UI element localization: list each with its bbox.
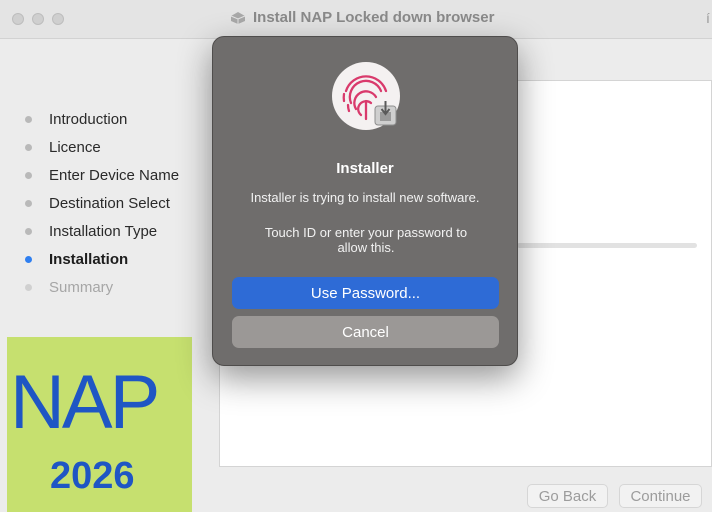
window-title: Install NAP Locked down browser bbox=[253, 9, 495, 26]
step-label: Destination Select bbox=[49, 194, 170, 212]
touch-id-fingerprint-icon bbox=[332, 62, 400, 130]
minimize-window-button[interactable] bbox=[32, 13, 44, 25]
step-dot bbox=[25, 115, 32, 123]
cancel-button[interactable]: Cancel bbox=[232, 316, 499, 348]
step-label: Installation Type bbox=[49, 222, 158, 240]
package-icon bbox=[230, 11, 246, 24]
nap-logo-text: NAP bbox=[10, 360, 160, 445]
nap-logo-year: 2026 bbox=[50, 455, 135, 497]
installation-progress-bar bbox=[517, 243, 697, 248]
dialog-title: Installer bbox=[336, 160, 394, 177]
step-label: Enter Device Name bbox=[49, 166, 180, 184]
step-dot bbox=[25, 171, 32, 179]
dialog-message: Installer is trying to install new softw… bbox=[250, 190, 480, 205]
step-label: Summary bbox=[49, 278, 114, 296]
step-licence: Licence bbox=[25, 133, 179, 161]
dialog-hint: Touch ID or enter your password to allow… bbox=[264, 225, 468, 255]
installer-window: Install NAP Locked down browser í Introd… bbox=[0, 0, 712, 512]
nap-logo: NAP 2026 bbox=[7, 337, 192, 512]
go-back-button[interactable]: Go Back bbox=[527, 484, 608, 508]
step-dot bbox=[25, 227, 32, 235]
step-introduction: Introduction bbox=[25, 105, 179, 133]
installer-steps-list: Introduction Licence Enter Device Name D… bbox=[25, 105, 179, 301]
title-edge-glyph: í bbox=[706, 10, 710, 26]
step-label: Installation bbox=[49, 250, 129, 268]
authentication-dialog: Installer Installer is trying to install… bbox=[212, 36, 518, 366]
close-window-button[interactable] bbox=[12, 13, 24, 25]
step-dot-current bbox=[25, 255, 32, 263]
zoom-window-button[interactable] bbox=[52, 13, 64, 25]
use-password-button[interactable]: Use Password... bbox=[232, 277, 499, 309]
title-bar: Install NAP Locked down browser í bbox=[0, 0, 712, 39]
step-installation: Installation bbox=[25, 245, 179, 273]
step-enter-device-name: Enter Device Name bbox=[25, 161, 179, 189]
step-dot bbox=[25, 283, 32, 291]
step-summary: Summary bbox=[25, 273, 179, 301]
window-title-group: Install NAP Locked down browser bbox=[230, 9, 494, 26]
step-installation-type: Installation Type bbox=[25, 217, 179, 245]
continue-button[interactable]: Continue bbox=[619, 484, 702, 508]
step-destination-select: Destination Select bbox=[25, 189, 179, 217]
step-dot bbox=[25, 143, 32, 151]
step-dot bbox=[25, 199, 32, 207]
step-label: Licence bbox=[49, 138, 101, 156]
step-label: Introduction bbox=[49, 110, 128, 128]
